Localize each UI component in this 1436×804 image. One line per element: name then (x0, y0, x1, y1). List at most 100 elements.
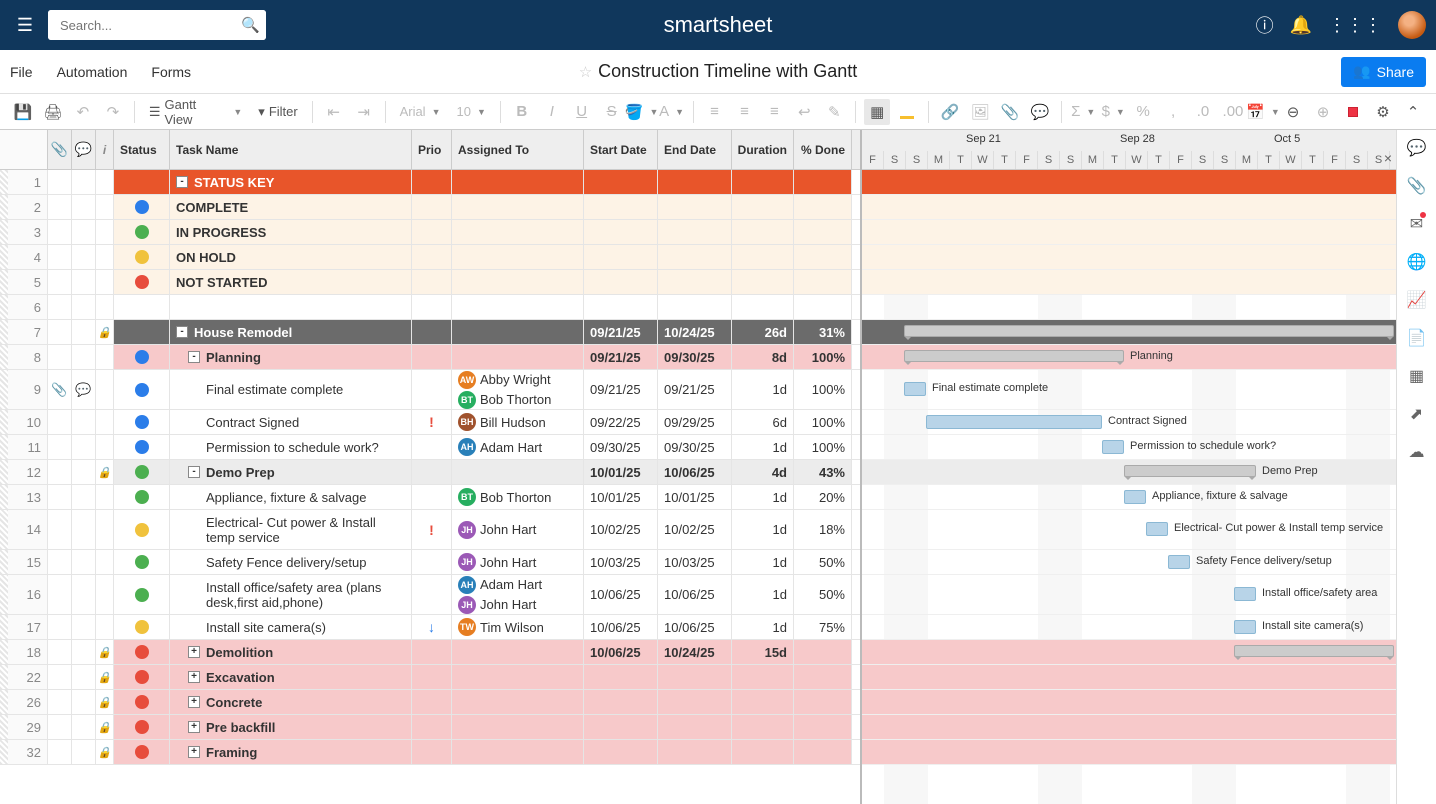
row-number[interactable]: 12 (0, 460, 48, 484)
cell-info[interactable] (96, 345, 114, 369)
cell-comment[interactable] (72, 295, 96, 319)
row-number[interactable]: 2 (0, 195, 48, 219)
cell-duration[interactable]: 1d (732, 550, 794, 574)
gantt-row[interactable] (862, 270, 1396, 295)
cell-start-date[interactable] (584, 665, 658, 689)
col-priority[interactable]: Prio (412, 130, 452, 169)
cell-task[interactable] (170, 295, 412, 319)
cell-comment[interactable] (72, 510, 96, 549)
decimal-inc-icon[interactable]: .00 (1220, 99, 1246, 125)
cell-start-date[interactable] (584, 715, 658, 739)
cell-end-date[interactable]: 10/02/25 (658, 510, 732, 549)
cell-priority[interactable] (412, 740, 452, 764)
cell-comment[interactable] (72, 220, 96, 244)
cell-percent-done[interactable] (794, 195, 852, 219)
gantt-row[interactable] (862, 245, 1396, 270)
cell-status[interactable] (114, 665, 170, 689)
row-number[interactable]: 5 (0, 270, 48, 294)
cell-percent-done[interactable] (794, 640, 852, 664)
settings-icon[interactable]: ⚙ (1370, 99, 1396, 125)
cell-duration[interactable] (732, 220, 794, 244)
cell-start-date[interactable]: 10/03/25 (584, 550, 658, 574)
row-number[interactable]: 6 (0, 295, 48, 319)
font-size-select[interactable]: 10▼ (451, 99, 492, 125)
cell-duration[interactable] (732, 690, 794, 714)
grid-row[interactable]: 5NOT STARTED (0, 270, 860, 295)
cell-task[interactable]: -STATUS KEY (170, 170, 412, 194)
cell-start-date[interactable] (584, 740, 658, 764)
cell-priority[interactable] (412, 665, 452, 689)
cell-attachment[interactable] (48, 485, 72, 509)
col-info-icon[interactable]: i (96, 130, 114, 169)
cell-status[interactable] (114, 690, 170, 714)
cell-comment[interactable] (72, 270, 96, 294)
menu-file[interactable]: File (10, 64, 33, 80)
cell-assigned[interactable] (452, 715, 584, 739)
save-icon[interactable]: 💾 (10, 99, 36, 125)
panel-summary-icon[interactable]: 📄 (1407, 328, 1427, 348)
cell-assigned[interactable]: AHAdam Hart (452, 435, 584, 459)
cell-info[interactable] (96, 195, 114, 219)
cell-start-date[interactable] (584, 270, 658, 294)
gantt-row[interactable] (862, 220, 1396, 245)
cell-assigned[interactable] (452, 270, 584, 294)
cell-attachment[interactable] (48, 460, 72, 484)
cell-task[interactable]: Install office/safety area (plans desk,f… (170, 575, 412, 614)
col-status[interactable]: Status (114, 130, 170, 169)
gantt-row[interactable] (862, 295, 1396, 320)
row-number[interactable]: 4 (0, 245, 48, 269)
cell-attachment[interactable] (48, 195, 72, 219)
grid-row[interactable]: 9📎💬Final estimate completeAWAbby WrightB… (0, 370, 860, 410)
cell-end-date[interactable] (658, 270, 732, 294)
cell-priority[interactable] (412, 345, 452, 369)
cell-duration[interactable] (732, 170, 794, 194)
cell-task[interactable]: +Excavation (170, 665, 412, 689)
cell-priority[interactable] (412, 460, 452, 484)
cell-start-date[interactable]: 09/30/25 (584, 435, 658, 459)
panel-proofs-icon[interactable]: ✉ (1410, 214, 1423, 234)
cell-info[interactable]: 🔒 (96, 320, 114, 344)
grid-row[interactable]: 17Install site camera(s)↓TWTim Wilson10/… (0, 615, 860, 640)
cell-assigned[interactable] (452, 345, 584, 369)
zoom-out-icon[interactable]: ⊖ (1280, 99, 1306, 125)
cell-percent-done[interactable]: 100% (794, 345, 852, 369)
filter-button[interactable]: ▾ Filter (252, 99, 303, 125)
panel-conversations-icon[interactable]: 💬 (1407, 138, 1427, 158)
bold-icon[interactable]: B (509, 99, 535, 125)
wrap-icon[interactable]: ↩ (791, 99, 817, 125)
grid-row[interactable]: 15Safety Fence delivery/setupJHJohn Hart… (0, 550, 860, 575)
cell-status[interactable] (114, 410, 170, 434)
cell-status[interactable] (114, 575, 170, 614)
cell-assigned[interactable] (452, 295, 584, 319)
cell-assigned[interactable]: BTBob Thorton (452, 485, 584, 509)
highlight-icon[interactable] (894, 99, 920, 125)
grid-row[interactable]: 18🔒+Demolition10/06/2510/24/2515d (0, 640, 860, 665)
cell-task[interactable]: -House Remodel (170, 320, 412, 344)
cell-percent-done[interactable]: 100% (794, 435, 852, 459)
cell-end-date[interactable] (658, 220, 732, 244)
panel-resource-icon[interactable]: ☁ (1409, 442, 1425, 462)
cell-duration[interactable] (732, 740, 794, 764)
strike-icon[interactable]: S (599, 99, 625, 125)
col-duration[interactable]: Duration (732, 130, 794, 169)
panel-activity-icon[interactable]: 📈 (1407, 290, 1427, 310)
row-number[interactable]: 14 (0, 510, 48, 549)
col-percent-done[interactable]: % Done (794, 130, 852, 169)
gantt-bar[interactable] (1146, 522, 1168, 536)
cell-duration[interactable]: 4d (732, 460, 794, 484)
sum-icon[interactable]: Σ▼ (1070, 99, 1096, 125)
critical-path-icon[interactable] (1340, 99, 1366, 125)
row-number[interactable]: 3 (0, 220, 48, 244)
cell-priority[interactable] (412, 435, 452, 459)
undo-icon[interactable]: ↶ (70, 99, 96, 125)
cell-end-date[interactable]: 10/06/25 (658, 460, 732, 484)
cell-status[interactable] (114, 715, 170, 739)
cell-info[interactable]: 🔒 (96, 690, 114, 714)
grid-row[interactable]: 16Install office/safety area (plans desk… (0, 575, 860, 615)
apps-icon[interactable]: ⋮⋮⋮ (1328, 15, 1382, 36)
cell-comment[interactable] (72, 410, 96, 434)
cell-duration[interactable]: 1d (732, 435, 794, 459)
cell-comment[interactable] (72, 345, 96, 369)
row-number[interactable]: 7 (0, 320, 48, 344)
align-right-icon[interactable]: ≡ (761, 99, 787, 125)
